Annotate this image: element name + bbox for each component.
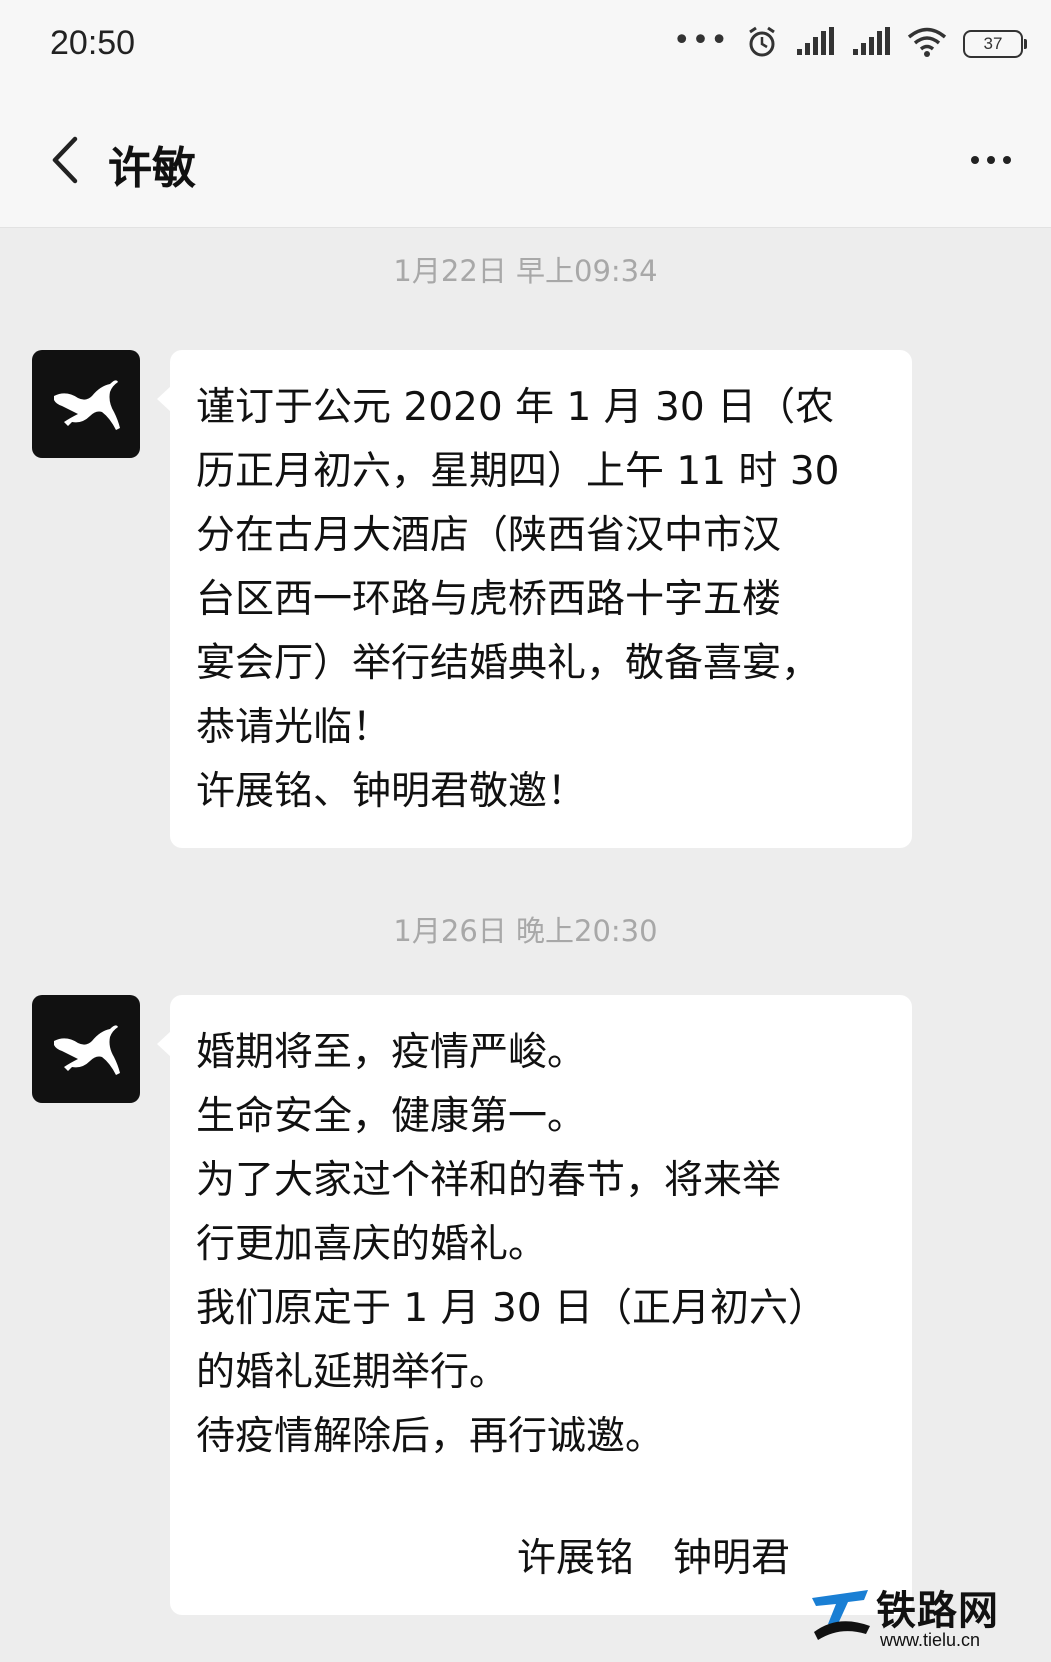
message-line: 我们原定于 1 月 30 日（正月初六） (196, 1286, 828, 1331)
message-line: 许展铭、钟明君敬邀！ (196, 769, 587, 814)
message-line: 恭请光临！ (196, 705, 392, 750)
message-bubble[interactable]: 谨订于公元 2020 年 1 月 30 日（农 历正月初六，星期四）上午 11 … (157, 350, 912, 848)
more-options-button[interactable] (961, 138, 1021, 182)
more-dots-icon: ••• (672, 23, 729, 58)
more-horizontal-icon (971, 156, 979, 164)
message-line: 台区西一环路与虎桥西路十字五楼 (196, 577, 782, 622)
message-line: 婚期将至，疫情严峻。 (196, 1030, 587, 1075)
avatar[interactable] (32, 995, 140, 1103)
avatar[interactable] (32, 350, 140, 458)
puma-logo-icon (54, 1025, 120, 1075)
tielu-logo-icon (812, 1590, 870, 1640)
alarm-icon (745, 25, 779, 63)
message-line: 历正月初六，星期四）上午 11 时 30 (196, 449, 840, 494)
watermark: 铁路网 www.tielu.cn (808, 1572, 1048, 1660)
status-icons: ••• 37 (672, 23, 1027, 63)
watermark-name: 铁路网 (876, 1588, 999, 1634)
watermark-url: www.tielu.cn (880, 1630, 981, 1650)
message-line: 宴会厅）举行结婚典礼，敬备喜宴， (196, 641, 821, 686)
message-line: 谨订于公元 2020 年 1 月 30 日（农 (196, 385, 835, 430)
message-line: 为了大家过个祥和的春节，将来举 (196, 1158, 782, 1203)
message-timestamp: 1月22日 早上09:34 (393, 254, 658, 288)
chat-header: 许敏 (0, 92, 1051, 228)
message-timestamp: 1月26日 晚上20:30 (393, 914, 658, 948)
message-line: 待疫情解除后，再行诚邀。 (196, 1414, 665, 1459)
message-line: 生命安全，健康第一。 (196, 1094, 587, 1139)
chat-title: 许敏 (108, 143, 196, 194)
message-signature: 许展铭 钟明君 (516, 1536, 790, 1581)
message-bubble[interactable]: 婚期将至，疫情严峻。 生命安全，健康第一。 为了大家过个祥和的春节，将来举 行更… (157, 995, 912, 1615)
message-line: 行更加喜庆的婚礼。 (196, 1222, 548, 1267)
message-line: 分在古月大酒店（陕西省汉中市汉 (196, 513, 782, 558)
back-button[interactable] (36, 132, 92, 188)
signal-icon (851, 27, 891, 61)
status-bar: 20:50 ••• 37 (0, 0, 1051, 92)
message-line: 的婚礼延期举行。 (196, 1350, 509, 1395)
wifi-icon (907, 26, 947, 62)
signal-icon (795, 27, 835, 61)
battery-indicator: 37 (963, 30, 1027, 58)
chevron-left-icon (52, 136, 78, 184)
status-time: 20:50 (50, 24, 136, 62)
puma-logo-icon (54, 380, 120, 430)
